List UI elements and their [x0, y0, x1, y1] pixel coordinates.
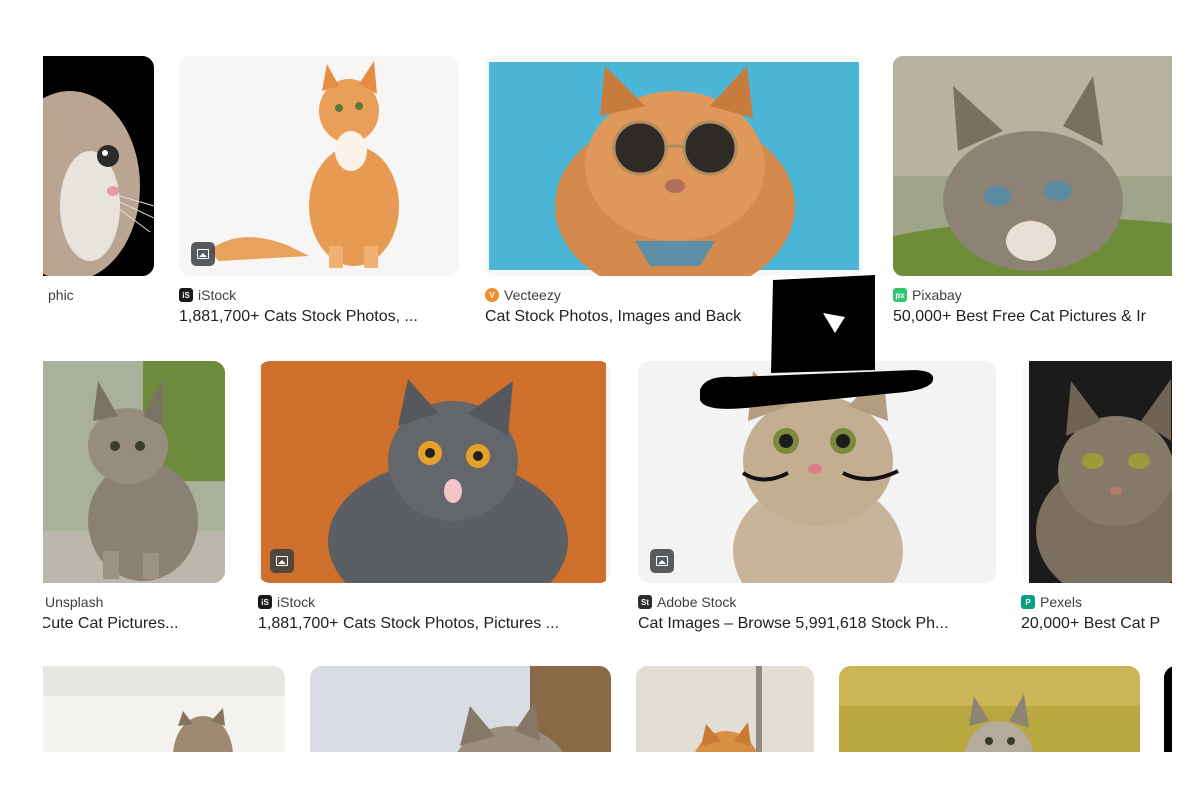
cat-image-on-sofa [43, 666, 285, 752]
image-icon [270, 549, 294, 573]
result-title[interactable]: 1,881,700+ Cats Stock Photos, Pictures .… [258, 615, 611, 633]
result-card-10[interactable] [310, 666, 611, 752]
source-name: Pixabay [912, 287, 962, 303]
pexels-icon: P [1021, 595, 1035, 609]
istock-icon: iS [179, 288, 193, 302]
result-card-3[interactable]: V Vecteezy Cat Stock Photos, Images and … [485, 56, 863, 326]
istock-icon: iS [258, 595, 272, 609]
result-card-2[interactable]: iS iStock 1,881,700+ Cats Stock Photos, … [179, 56, 459, 326]
result-thumbnail[interactable] [839, 666, 1140, 752]
cat-image-grey-shorthair [258, 361, 611, 583]
result-thumbnail[interactable] [1021, 361, 1172, 583]
cat-image-sitting-kitten [43, 361, 225, 583]
result-title[interactable]: 20,000+ Best Cat P [1021, 615, 1172, 633]
result-thumbnail[interactable] [485, 56, 863, 276]
result-thumbnail[interactable] [179, 56, 459, 276]
cat-image-window [636, 666, 814, 752]
result-thumbnail[interactable] [893, 56, 1172, 276]
result-card-5[interactable]: Unsplash 0+ Cute Cat Pictures... [43, 361, 225, 633]
result-card-12[interactable] [839, 666, 1140, 752]
result-card-4[interactable]: px Pixabay 50,000+ Best Free Cat Picture… [893, 56, 1172, 326]
source-name: iStock [277, 594, 316, 610]
result-card-11[interactable] [636, 666, 814, 752]
result-card-8[interactable]: P Pexels 20,000+ Best Cat P [1021, 361, 1172, 633]
pixabay-icon: px [893, 288, 907, 302]
cat-image-orange-sitting [179, 56, 459, 276]
source-name: phic [48, 287, 74, 303]
result-thumbnail[interactable] [1164, 666, 1172, 752]
source-name: Pexels [1040, 594, 1083, 610]
image-icon [650, 549, 674, 573]
source-name: Unsplash [45, 594, 104, 610]
result-card-9[interactable] [43, 666, 285, 752]
vecteezy-icon: V [485, 288, 499, 302]
result-thumbnail[interactable] [43, 56, 154, 276]
cat-image-grass [839, 666, 1140, 752]
result-card-6[interactable]: iS iStock 1,881,700+ Cats Stock Photos, … [258, 361, 611, 633]
result-thumbnail[interactable] [310, 666, 611, 752]
result-title[interactable]: 50,000+ Best Free Cat Pictures & Ir [893, 308, 1172, 326]
cat-image-tabby-kitten [893, 56, 1172, 276]
result-thumbnail[interactable] [636, 666, 814, 752]
result-thumbnail[interactable] [43, 361, 225, 583]
result-title[interactable]: 1,881,700+ Cats Stock Photos, ... [179, 308, 459, 326]
result-card-13[interactable] [1164, 666, 1172, 752]
cat-image-black-edge [1164, 666, 1172, 752]
result-card-7[interactable]: St Adobe Stock Cat Images – Browse 5,991… [638, 361, 996, 633]
result-title[interactable]: Cat Stock Photos, Images and Back [485, 308, 775, 326]
image-results-grid: phic iS iStock 1,881,700+ Cats Stock Pho… [43, 0, 1172, 752]
source-name: iStock [198, 287, 237, 303]
source-name: Vecteezy [504, 287, 561, 303]
result-title[interactable]: Cat Images – Browse 5,991,618 Stock Ph..… [638, 615, 996, 633]
adobe-stock-icon: St [638, 595, 652, 609]
result-thumbnail[interactable] [258, 361, 611, 583]
cat-image-surprised [638, 361, 996, 583]
cat-image-tabby-dark-bg [1021, 361, 1172, 583]
result-thumbnail[interactable] [43, 666, 285, 752]
result-card-1[interactable]: phic [43, 56, 154, 304]
source-name: Adobe Stock [657, 594, 737, 610]
result-title[interactable]: 0+ Cute Cat Pictures... [43, 615, 225, 633]
cat-image-dark [43, 56, 154, 276]
cat-image-sunglasses [485, 56, 863, 276]
image-icon [191, 242, 215, 266]
result-thumbnail[interactable] [638, 361, 996, 583]
cat-image-peeking [310, 666, 611, 752]
